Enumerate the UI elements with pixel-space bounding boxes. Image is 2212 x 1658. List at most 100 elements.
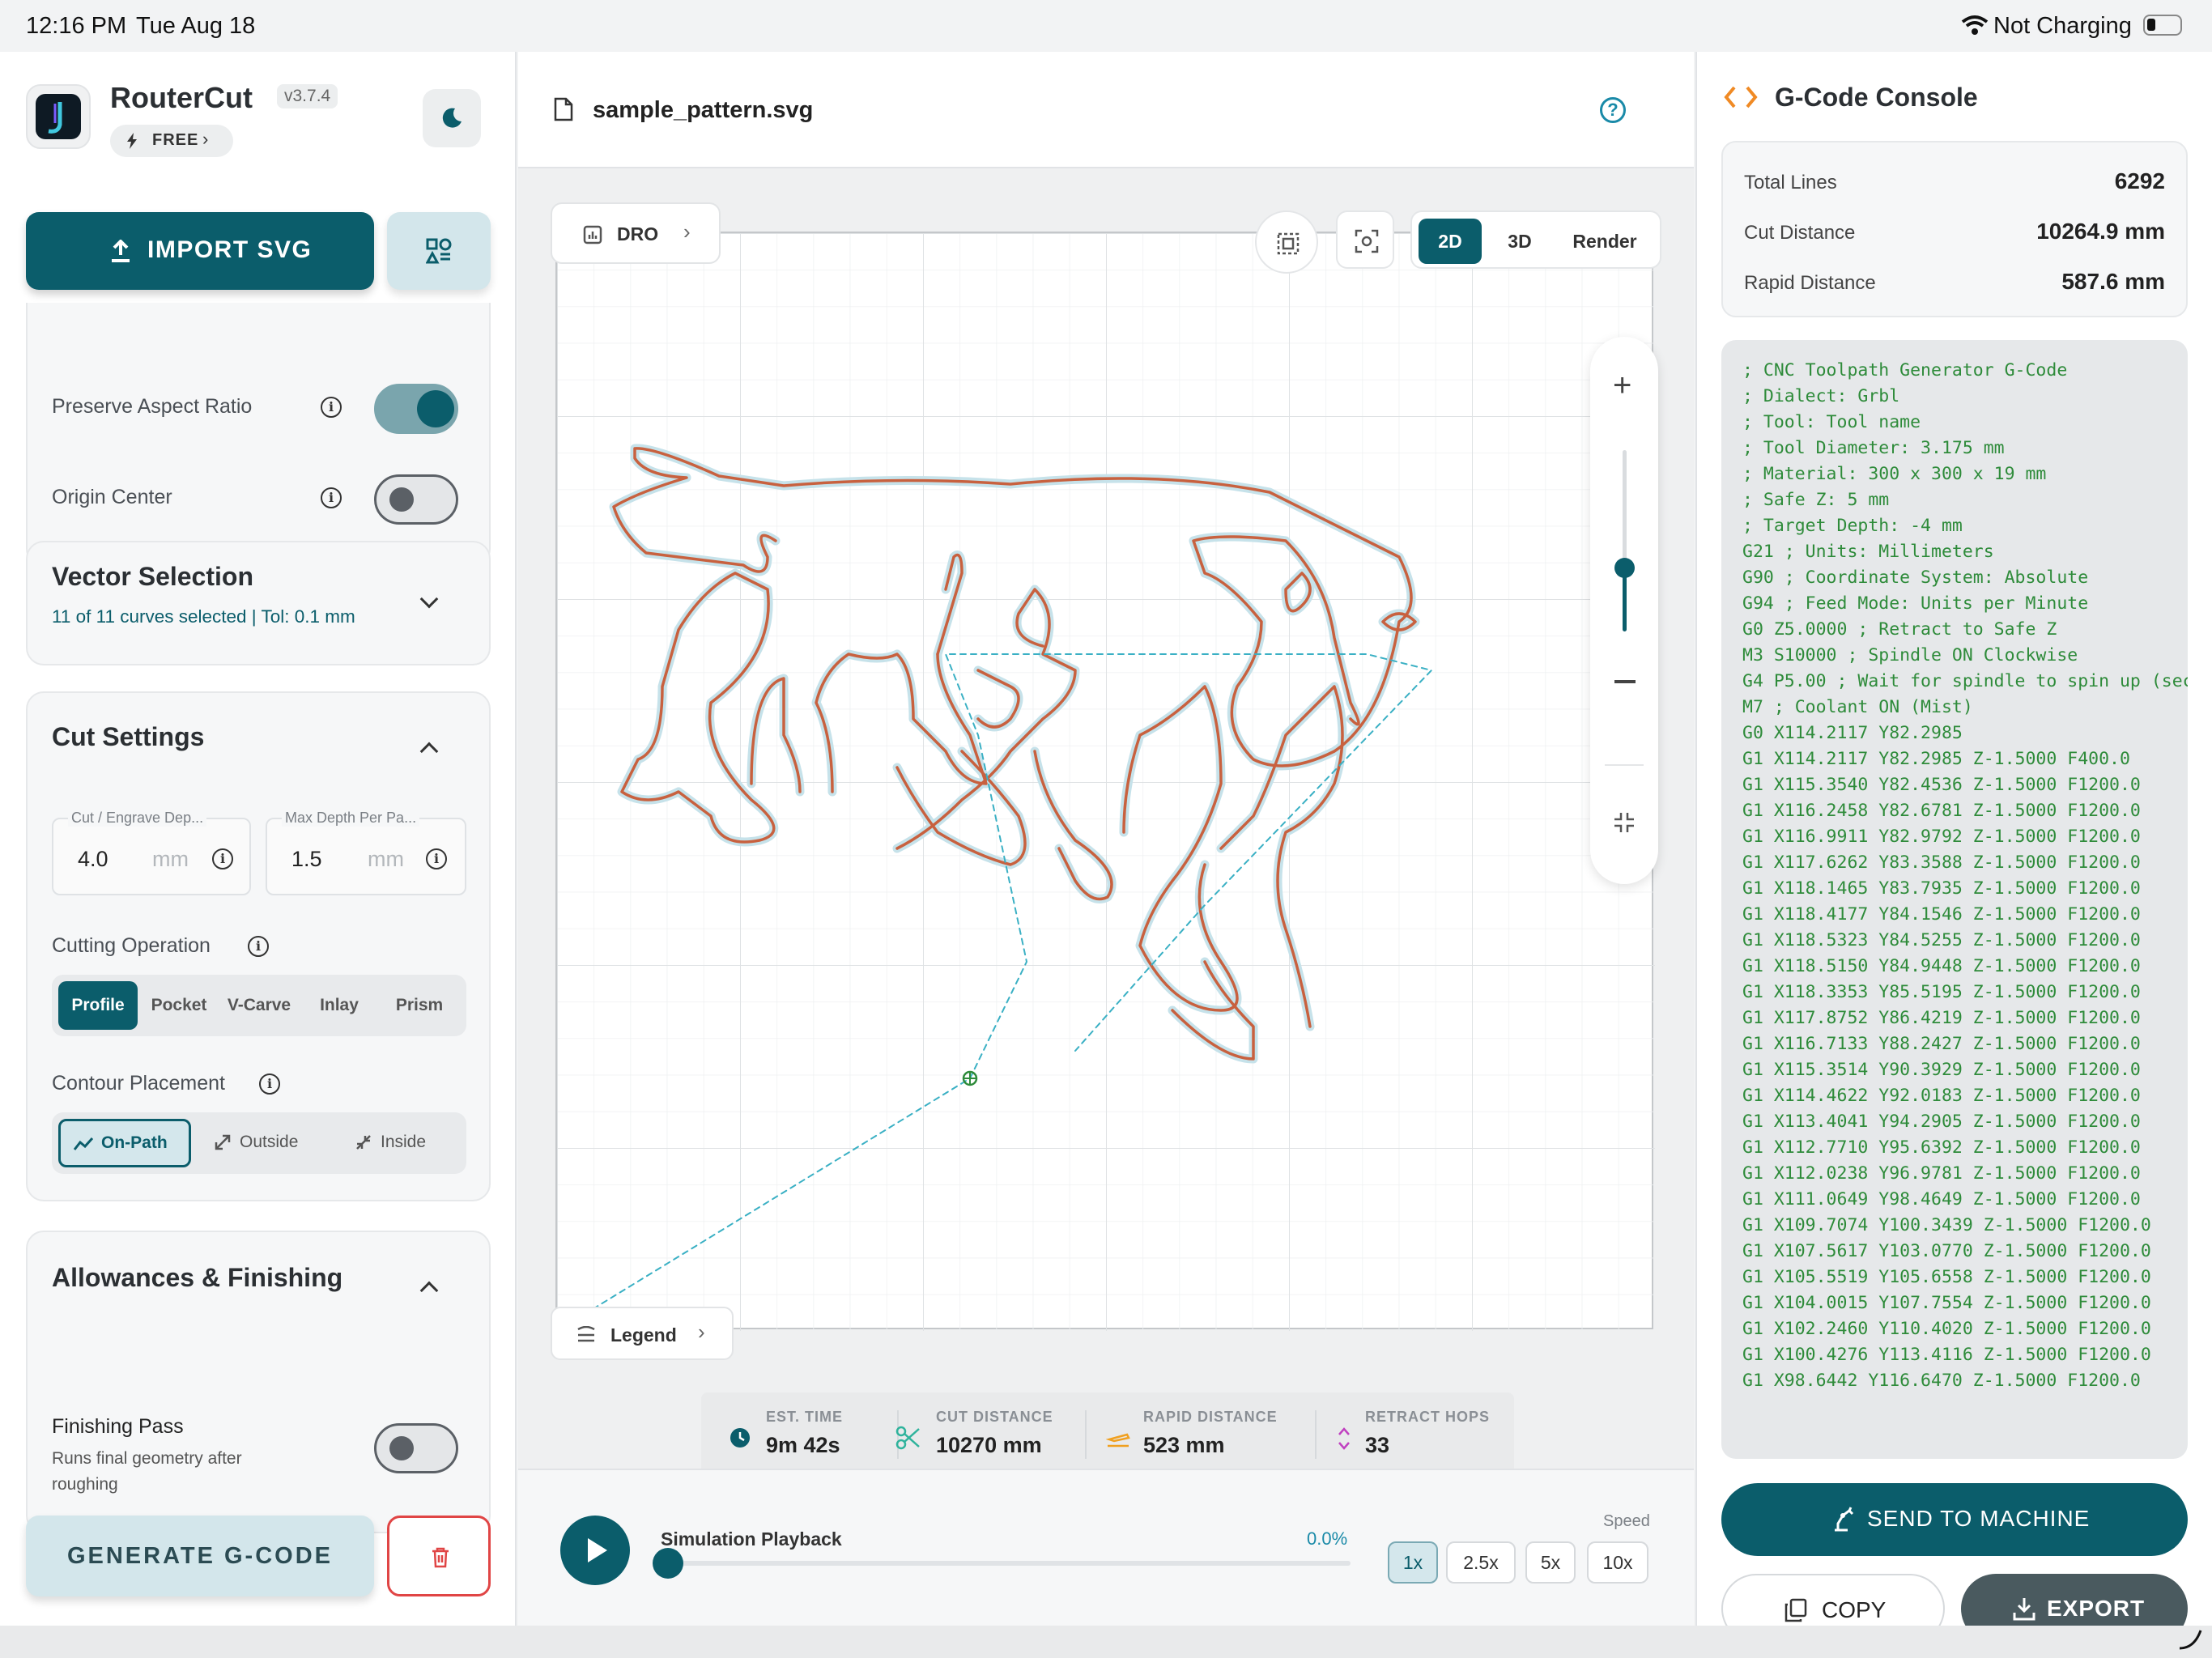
- op-prism[interactable]: Prism: [379, 981, 460, 1030]
- gcode-line: G4 P5.00 ; Wait for spindle to spin up (…: [1742, 671, 2188, 691]
- info-icon[interactable]: i: [248, 936, 269, 957]
- max-depth-value[interactable]: 1.5: [291, 847, 322, 872]
- delete-button[interactable]: [387, 1516, 491, 1596]
- battery-status-text: Not Charging: [1993, 13, 2132, 39]
- cut-depth-value[interactable]: 4.0: [78, 847, 108, 872]
- import-svg-button[interactable]: IMPORT SVG: [26, 212, 374, 290]
- rapid-distance-label: RAPID DISTANCE: [1143, 1409, 1278, 1425]
- total-lines-value: 6292: [2114, 168, 2165, 193]
- zoom-control: +: [1590, 337, 1658, 884]
- origin-center-toggle[interactable]: [374, 474, 458, 525]
- play-button[interactable]: [560, 1516, 630, 1585]
- gcode-line: G90 ; Coordinate System: Absolute: [1742, 568, 2089, 588]
- info-icon[interactable]: i: [321, 487, 342, 508]
- help-icon[interactable]: ?: [1600, 97, 1626, 123]
- gcode-line: ; CNC Toolpath Generator G-Code: [1742, 360, 2068, 380]
- info-icon[interactable]: i: [212, 848, 233, 869]
- chevron-up-icon[interactable]: [419, 742, 439, 761]
- status-date: Tue Aug 18: [136, 13, 256, 39]
- download-icon: [2013, 1598, 2035, 1621]
- gcode-line: G1 X112.7710 Y95.6392 Z-1.5000 F1200.0: [1742, 1137, 2141, 1158]
- gcode-line: G1 X98.6442 Y116.6470 Z-1.5000 F1200.0: [1742, 1371, 2141, 1391]
- view-render-tab[interactable]: Render: [1556, 219, 1653, 264]
- chevron-right-icon: ›: [202, 129, 209, 149]
- gcode-line: G1 X111.0649 Y98.4649 Z-1.5000 F1200.0: [1742, 1189, 2141, 1209]
- battery-icon: [2143, 15, 2182, 36]
- canvas-viewport[interactable]: [546, 232, 1655, 1342]
- vector-selection-title: Vector Selection: [52, 562, 253, 591]
- console-summary-card: Total Lines 6292 Cut Distance 10264.9 mm…: [1721, 141, 2188, 317]
- wifi-icon: [1961, 15, 1989, 35]
- shape-library-button[interactable]: [387, 212, 491, 290]
- gcode-line: G1 X114.2117 Y82.2985 Z-1.5000 F400.0: [1742, 749, 2130, 769]
- zoom-in-button[interactable]: +: [1613, 369, 1631, 402]
- finishing-pass-description: Runs final geometry after roughing: [52, 1449, 242, 1494]
- allowances-card: Allowances & Finishing Finishing Pass Ru…: [26, 1231, 491, 1533]
- zoom-slider-handle[interactable]: [1614, 557, 1635, 578]
- contour-placement-label: Contour Placement: [52, 1072, 226, 1095]
- speed-5x-button[interactable]: 5x: [1525, 1541, 1576, 1584]
- info-icon[interactable]: i: [321, 397, 342, 418]
- gcode-line: G1 X116.2458 Y82.6781 Z-1.5000 F1200.0: [1742, 801, 2141, 821]
- focus-view-button[interactable]: [1336, 210, 1394, 269]
- op-pocket[interactable]: Pocket: [139, 981, 219, 1030]
- placement-outside[interactable]: Outside: [202, 1119, 332, 1167]
- info-icon[interactable]: i: [259, 1073, 280, 1095]
- fit-selection-button[interactable]: [1255, 210, 1318, 274]
- generate-gcode-button[interactable]: GENERATE G-CODE: [26, 1516, 374, 1596]
- left-panel: RouterCut v3.7.4 FREE › IMPORT SVG Prese…: [0, 52, 517, 1626]
- finishing-pass-toggle[interactable]: [374, 1423, 458, 1473]
- playback-label: Simulation Playback: [661, 1528, 842, 1550]
- view-2d-tab[interactable]: 2D: [1419, 219, 1482, 264]
- preserve-aspect-toggle[interactable]: [374, 384, 458, 434]
- op-inlay[interactable]: Inlay: [300, 981, 379, 1030]
- trend-line-icon: [74, 1137, 93, 1150]
- cut-depth-field[interactable]: Cut / Engrave Dep... 4.0 mm i: [52, 810, 251, 895]
- retract-hops-label: RETRACT HOPS: [1365, 1409, 1491, 1425]
- pencil-indicator-icon: [2179, 1630, 2202, 1650]
- placement-outside-label: Outside: [240, 1133, 299, 1151]
- dro-button[interactable]: DRO ›: [551, 202, 721, 264]
- toolpath-canvas[interactable]: [546, 233, 1655, 1342]
- copy-icon: [1784, 1598, 1807, 1622]
- speed-1x-button[interactable]: 1x: [1388, 1541, 1438, 1584]
- max-depth-field[interactable]: Max Depth Per Pa... 1.5 mm i: [266, 810, 466, 895]
- file-icon: [554, 97, 573, 121]
- workspace-panel: sample_pattern.svg ? DRO › 2D 3D Render …: [518, 52, 1694, 1626]
- op-profile[interactable]: Profile: [58, 981, 138, 1030]
- playback-scrubber-handle[interactable]: [653, 1548, 683, 1579]
- plan-badge-button[interactable]: FREE ›: [110, 125, 233, 157]
- gcode-line: G21 ; Units: Millimeters: [1742, 542, 1994, 562]
- vector-selection-card[interactable]: Vector Selection 11 of 11 curves selecte…: [26, 541, 491, 665]
- view-3d-tab[interactable]: 3D: [1491, 219, 1548, 264]
- theme-toggle-button[interactable]: [423, 89, 481, 147]
- gcode-line: G1 X115.3514 Y90.3929 Z-1.5000 F1200.0: [1742, 1060, 2141, 1080]
- placement-on-path[interactable]: On-Path: [58, 1119, 191, 1167]
- gcode-output[interactable]: ; CNC Toolpath Generator G-Code ; Dialect…: [1721, 340, 2188, 1459]
- send-to-machine-button[interactable]: SEND TO MACHINE: [1721, 1483, 2188, 1556]
- gcode-line: G1 X105.5519 Y105.6558 Z-1.5000 F1200.0: [1742, 1267, 2151, 1287]
- legend-button[interactable]: Legend ›: [551, 1307, 734, 1360]
- chevron-up-icon[interactable]: [419, 1281, 439, 1300]
- placement-inside[interactable]: Inside: [343, 1119, 462, 1167]
- import-svg-label: IMPORT SVG: [147, 236, 313, 263]
- zoom-slider-track[interactable]: [1614, 450, 1635, 631]
- gcode-line: G1 X104.0015 Y107.7554 Z-1.5000 F1200.0: [1742, 1293, 2151, 1313]
- speed-10x-button[interactable]: 10x: [1587, 1541, 1648, 1584]
- expand-arrows-icon: [215, 1134, 231, 1150]
- zoom-out-button[interactable]: [1614, 680, 1636, 683]
- playback-scrubber[interactable]: [653, 1548, 1351, 1579]
- cut-settings-card: Cut Settings Cut / Engrave Dep... 4.0 mm…: [26, 691, 491, 1201]
- chevron-down-icon[interactable]: [419, 589, 439, 609]
- gcode-line: G1 X107.5617 Y103.0770 Z-1.5000 F1200.0: [1742, 1241, 2151, 1261]
- compress-arrows-icon: [356, 1135, 371, 1150]
- shapes-icon: [426, 238, 452, 264]
- speed-2-5x-button[interactable]: 2.5x: [1446, 1541, 1516, 1584]
- gcode-line: G0 Z5.0000 ; Retract to Safe Z: [1742, 619, 2057, 640]
- op-vcarve[interactable]: V-Carve: [219, 981, 300, 1030]
- info-icon[interactable]: i: [426, 848, 447, 869]
- file-header: sample_pattern.svg ?: [518, 52, 1694, 168]
- collapse-icon[interactable]: [1613, 811, 1636, 834]
- robot-arm-icon: [1835, 1507, 1854, 1532]
- clock-icon: [730, 1428, 750, 1448]
